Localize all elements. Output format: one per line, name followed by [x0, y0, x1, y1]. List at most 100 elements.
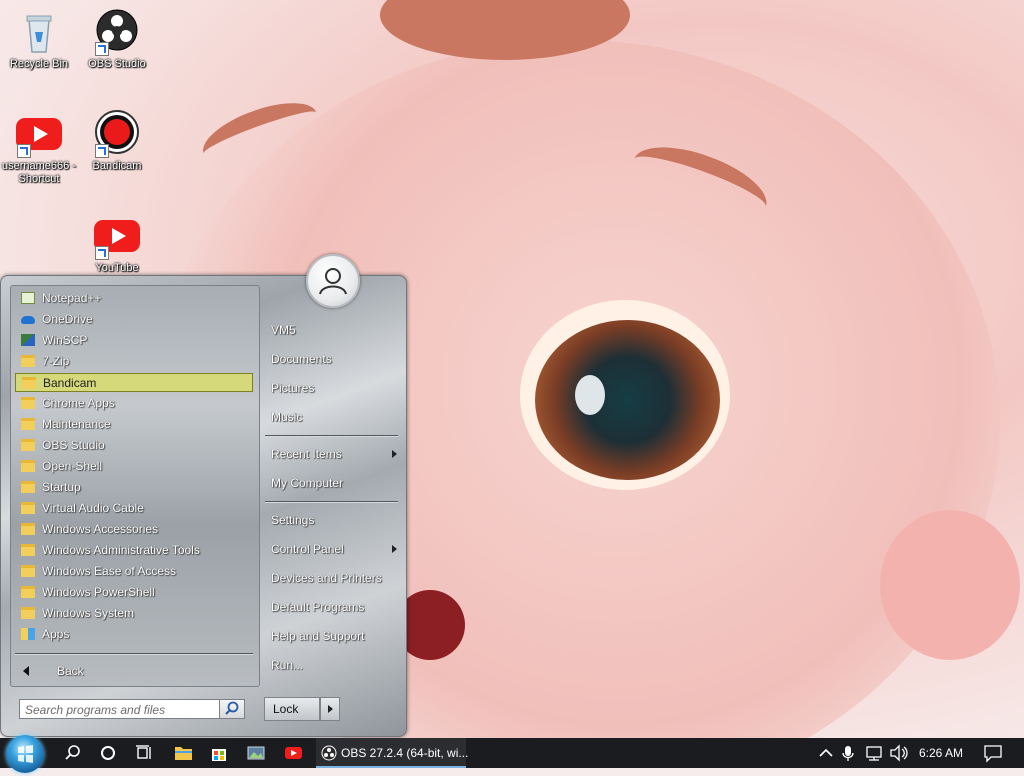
right-item-label: Pictures: [271, 381, 315, 395]
right-divider: [265, 501, 398, 503]
right-divider: [265, 435, 398, 437]
action-center-button[interactable]: [978, 738, 1008, 768]
program-item-windows-accessories[interactable]: Windows Accessories: [15, 520, 253, 539]
program-label: 7-Zip: [42, 354, 70, 368]
lock-options-button[interactable]: [320, 697, 340, 721]
back-label: Back: [57, 664, 84, 678]
right-item-help-and-support[interactable]: Help and Support: [265, 624, 400, 648]
program-item-winscp[interactable]: WinSCP: [15, 331, 253, 350]
folder-icon: [21, 355, 35, 367]
program-item-onedrive[interactable]: OneDrive: [15, 310, 253, 329]
program-item-windows-system[interactable]: Windows System: [15, 604, 253, 623]
winscp-icon: [21, 334, 35, 346]
program-label: Open-Shell: [42, 459, 103, 473]
program-item-notepad-plus[interactable]: Notepad++: [15, 289, 253, 308]
desktop-icon-bandicam[interactable]: Bandicam: [78, 110, 156, 173]
folder-icon: [21, 439, 35, 451]
program-item-obs-studio[interactable]: OBS Studio: [15, 436, 253, 455]
lock-button[interactable]: Lock: [264, 697, 320, 721]
folder-icon: [21, 481, 35, 493]
right-item-label: Control Panel: [271, 542, 344, 556]
obs-icon: [321, 745, 337, 761]
desktop-icon-username666-shortcut[interactable]: username666 - Shortcut: [0, 110, 78, 186]
right-item-music[interactable]: Music: [265, 405, 400, 429]
right-item-default-programs[interactable]: Default Programs: [265, 595, 400, 619]
folder-icon: [21, 460, 35, 472]
right-item-label: My Computer: [271, 476, 344, 490]
photos-button[interactable]: [238, 738, 274, 768]
youtube-icon: [285, 747, 302, 759]
youtube-icon: [93, 212, 141, 260]
desktop-icon-label: Recycle Bin: [9, 58, 69, 70]
program-item-bandicam[interactable]: Bandicam: [15, 373, 253, 392]
program-item-virtual-audio-cable[interactable]: Virtual Audio Cable: [15, 499, 253, 518]
right-item-pictures[interactable]: Pictures: [265, 376, 400, 400]
search-input[interactable]: [23, 701, 217, 719]
search-button[interactable]: [219, 699, 245, 719]
taskbar-clock[interactable]: 6:26 AM: [919, 746, 963, 760]
folder-icon: [22, 377, 36, 389]
volume-tray-button[interactable]: [887, 738, 911, 768]
right-item-my-computer[interactable]: My Computer: [265, 471, 400, 495]
show-hidden-icons-button[interactable]: [815, 738, 837, 768]
cortana-button[interactable]: [90, 738, 126, 768]
right-item-vm5[interactable]: VM5: [265, 318, 400, 342]
programs-divider: [15, 653, 253, 655]
program-label: Windows Administrative Tools: [42, 543, 200, 557]
program-item-7-zip[interactable]: 7-Zip: [15, 352, 253, 371]
taskbar-obs-label: OBS 27.2.4 (64-bit, wi...: [341, 746, 469, 760]
program-item-windows-powershell[interactable]: Windows PowerShell: [15, 583, 253, 602]
program-item-maintenance[interactable]: Maintenance: [15, 415, 253, 434]
desktop-icon-obs-studio[interactable]: OBS Studio: [78, 8, 156, 71]
microsoft-store-button[interactable]: [201, 738, 237, 768]
taskbar: OBS 27.2.4 (64-bit, wi... 6:26 AM: [0, 735, 1024, 773]
store-icon: [212, 749, 226, 761]
onedrive-icon: [21, 316, 35, 324]
program-label: Apps: [42, 627, 70, 641]
wallpaper-cheek: [880, 510, 1020, 660]
right-item-label: Help and Support: [271, 629, 365, 643]
obs-icon: [93, 8, 141, 56]
program-item-windows-administrative-tools[interactable]: Windows Administrative Tools: [15, 541, 253, 560]
desktop-icon-label: OBS Studio: [88, 58, 146, 70]
start-button[interactable]: [6, 735, 44, 773]
back-button[interactable]: Back: [15, 661, 253, 681]
program-item-open-shell[interactable]: Open-Shell: [15, 457, 253, 476]
task-view-button[interactable]: [126, 738, 162, 768]
desktop-icon-youtube[interactable]: YouTube: [78, 212, 156, 275]
right-item-label: VM5: [271, 323, 296, 337]
folder-icon: [21, 607, 35, 619]
back-arrow-icon: [23, 666, 29, 676]
taskbar-search-button[interactable]: [55, 738, 91, 768]
taskbar-obs-window[interactable]: OBS 27.2.4 (64-bit, wi...: [316, 738, 469, 768]
right-item-control-panel[interactable]: Control Panel: [265, 537, 400, 561]
desktop-icon-recycle-bin[interactable]: Recycle Bin: [0, 8, 78, 71]
speaker-icon: [890, 744, 908, 762]
submenu-arrow-icon: [392, 450, 397, 458]
program-label: Notepad++: [42, 291, 102, 305]
program-item-startup[interactable]: Startup: [15, 478, 253, 497]
right-item-label: Default Programs: [271, 600, 365, 614]
right-item-devices-and-printers[interactable]: Devices and Printers: [265, 566, 400, 590]
search-icon: [225, 701, 239, 715]
microphone-icon: [842, 746, 854, 761]
microphone-tray-button[interactable]: [838, 738, 858, 768]
folder-icon: [21, 418, 35, 430]
youtube-taskbar-button[interactable]: [275, 738, 311, 768]
right-item-recent-items[interactable]: Recent Items: [265, 442, 400, 466]
program-item-windows-ease-of-access[interactable]: Windows Ease of Access: [15, 562, 253, 581]
youtube-icon: [15, 110, 63, 158]
recycle-bin-icon: [15, 8, 63, 56]
right-item-settings[interactable]: Settings: [265, 508, 400, 532]
right-item-documents[interactable]: Documents: [265, 347, 400, 371]
right-item-run[interactable]: Run...: [265, 653, 400, 677]
program-item-apps[interactable]: Apps: [15, 625, 253, 644]
photos-icon: [247, 746, 265, 760]
program-item-chrome-apps[interactable]: Chrome Apps: [15, 394, 253, 413]
right-item-label: Music: [271, 410, 303, 424]
wallpaper-eye-iris: [535, 320, 720, 480]
file-explorer-button[interactable]: [165, 738, 201, 768]
network-tray-button[interactable]: [862, 738, 886, 768]
folder-icon: [21, 523, 35, 535]
user-avatar[interactable]: [306, 254, 360, 308]
